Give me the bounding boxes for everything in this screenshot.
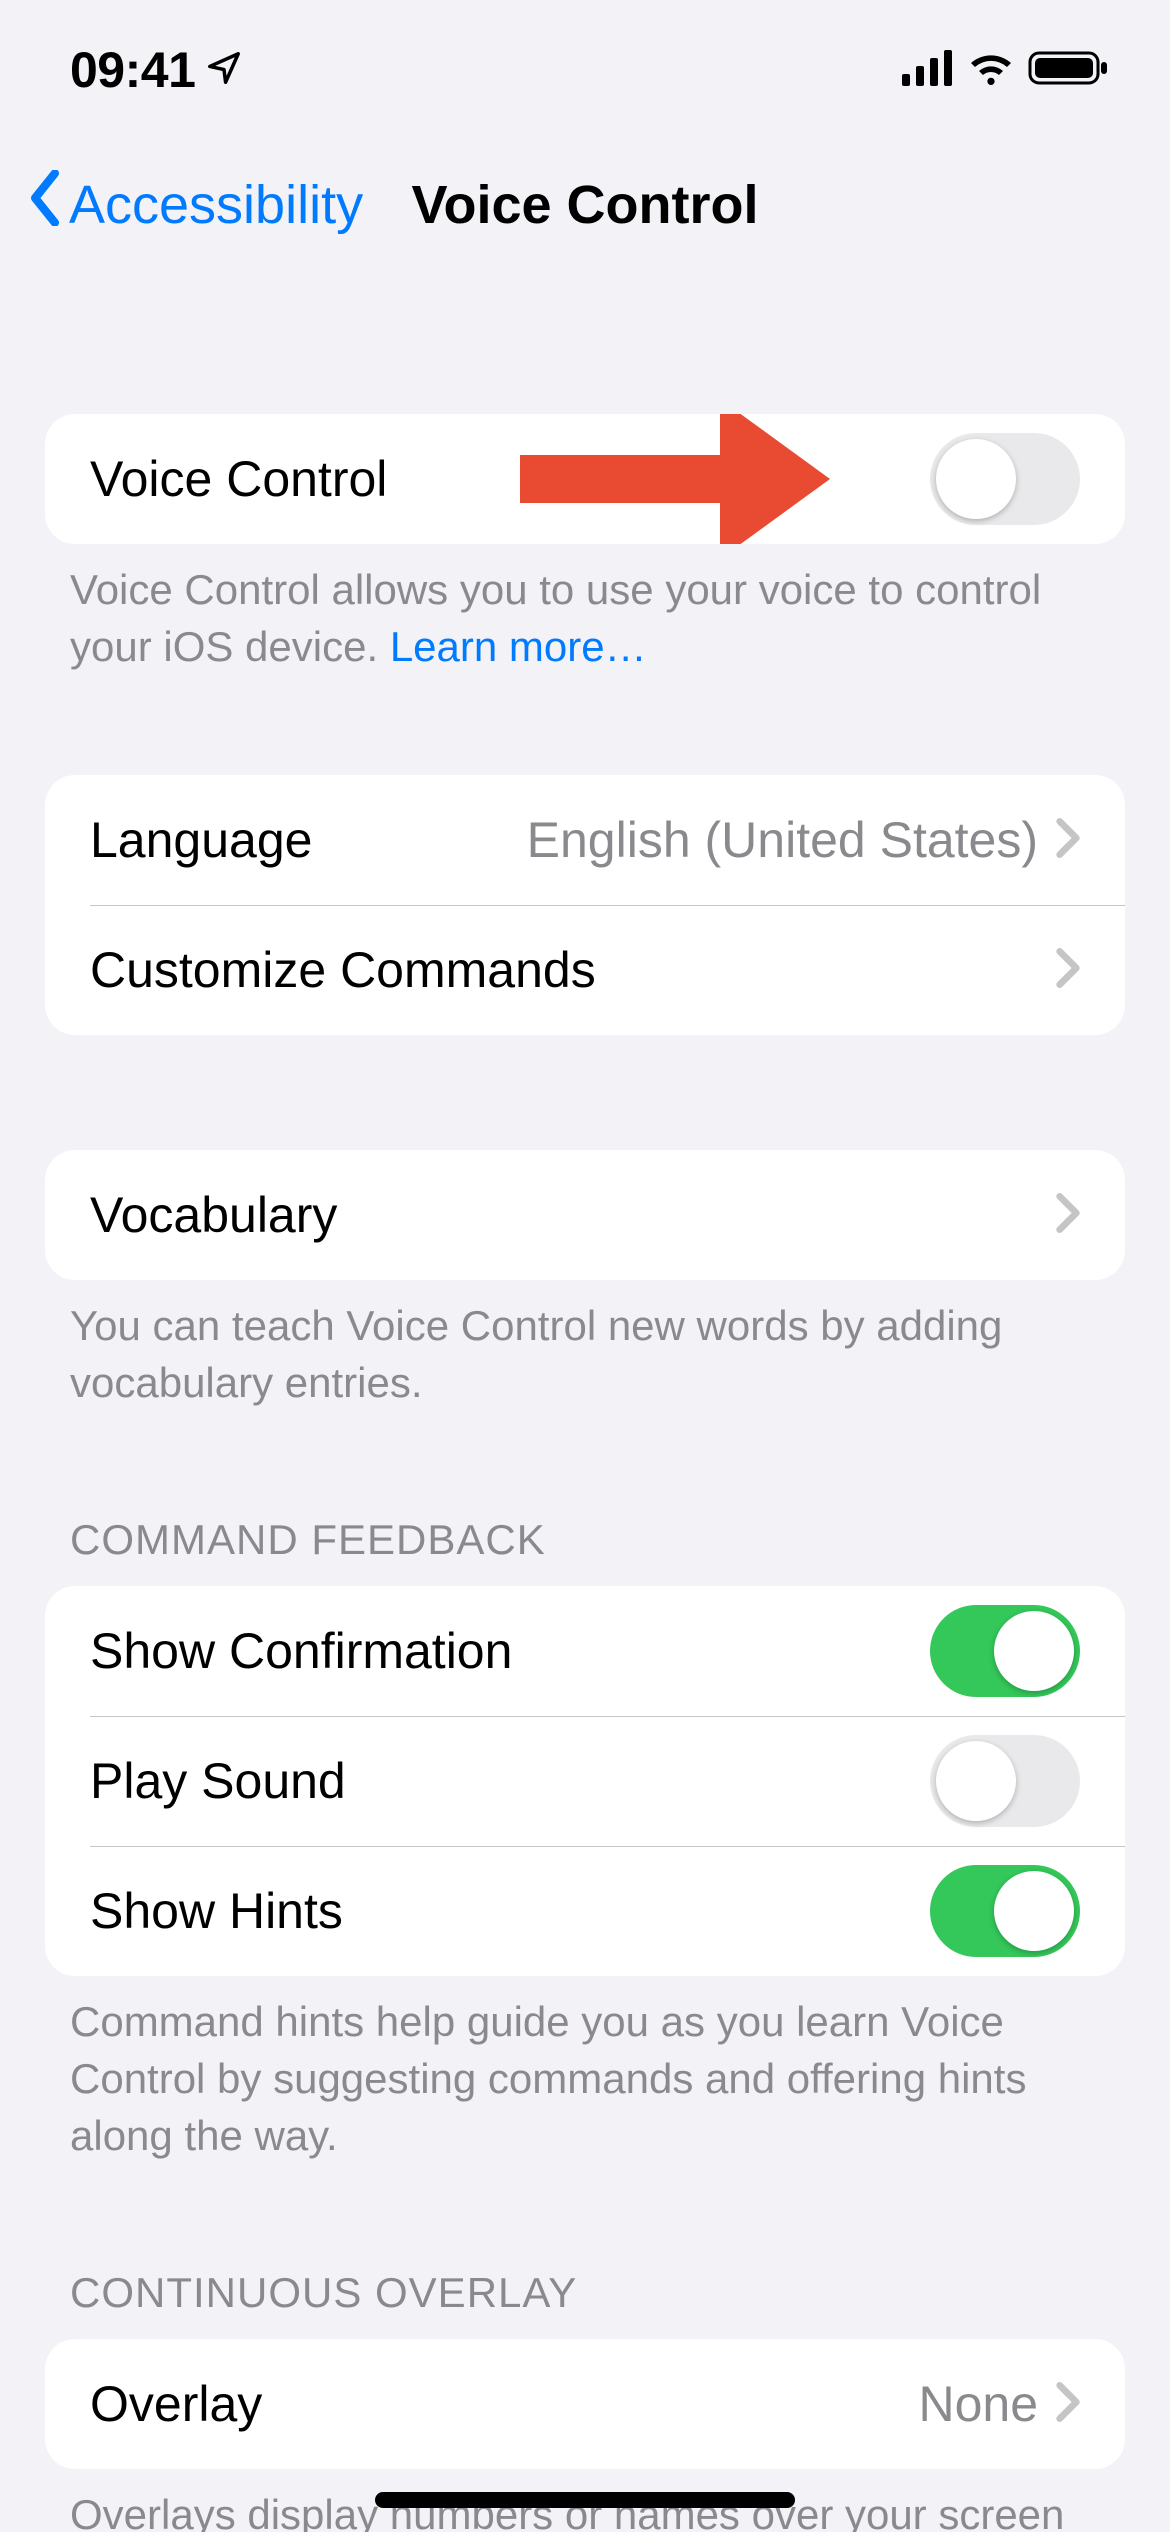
language-label: Language: [90, 811, 312, 869]
chevron-right-icon: [1056, 2382, 1080, 2427]
home-indicator[interactable]: [375, 2492, 795, 2508]
language-row[interactable]: Language English (United States): [45, 775, 1125, 905]
overlay-group: Overlay None: [45, 2339, 1125, 2469]
language-value: English (United States): [312, 811, 1038, 869]
navigation-bar: Accessibility Voice Control: [0, 140, 1170, 299]
command-feedback-footer: Command hints help guide you as you lear…: [0, 1976, 1170, 2164]
location-arrow-icon: [205, 49, 243, 92]
voice-control-row[interactable]: Voice Control: [45, 414, 1125, 544]
battery-icon: [1028, 49, 1110, 92]
voice-control-footer: Voice Control allows you to use your voi…: [0, 544, 1170, 675]
overlay-row[interactable]: Overlay None: [45, 2339, 1125, 2469]
chevron-left-icon: [25, 170, 65, 239]
chevron-right-icon: [1056, 948, 1080, 993]
show-confirmation-toggle[interactable]: [930, 1605, 1080, 1697]
show-hints-label: Show Hints: [90, 1882, 343, 1940]
customize-commands-row[interactable]: Customize Commands: [45, 905, 1125, 1035]
voice-control-toggle[interactable]: [930, 433, 1080, 525]
page-title: Voice Control: [411, 174, 758, 236]
vocabulary-footer: You can teach Voice Control new words by…: [0, 1280, 1170, 1411]
command-feedback-group: Show Confirmation Play Sound Show Hints: [45, 1586, 1125, 1976]
learn-more-link[interactable]: Learn more…: [390, 623, 647, 670]
show-hints-toggle[interactable]: [930, 1865, 1080, 1957]
chevron-right-icon: [1056, 1193, 1080, 1238]
show-confirmation-row[interactable]: Show Confirmation: [45, 1586, 1125, 1716]
vocabulary-group: Vocabulary: [45, 1150, 1125, 1280]
overlay-value: None: [262, 2375, 1038, 2433]
play-sound-label: Play Sound: [90, 1752, 346, 1810]
status-left: 09:41: [70, 41, 243, 99]
voice-control-label: Voice Control: [90, 450, 387, 508]
show-confirmation-label: Show Confirmation: [90, 1622, 512, 1680]
customize-commands-label: Customize Commands: [90, 941, 596, 999]
status-bar: 09:41: [0, 0, 1170, 140]
cellular-signal-icon: [902, 50, 954, 91]
chevron-right-icon: [1056, 818, 1080, 863]
play-sound-row[interactable]: Play Sound: [45, 1716, 1125, 1846]
annotation-arrow-icon: [520, 414, 830, 544]
back-button[interactable]: Accessibility: [25, 170, 363, 239]
play-sound-toggle[interactable]: [930, 1735, 1080, 1827]
show-hints-row[interactable]: Show Hints: [45, 1846, 1125, 1976]
wifi-icon: [966, 50, 1016, 91]
voice-control-group: Voice Control: [45, 414, 1125, 544]
status-time: 09:41: [70, 41, 195, 99]
vocabulary-label: Vocabulary: [90, 1186, 337, 1244]
continuous-overlay-header: Continuous Overlay: [0, 2265, 1170, 2340]
overlay-label: Overlay: [90, 2375, 262, 2433]
command-feedback-header: Command Feedback: [0, 1512, 1170, 1587]
back-button-label: Accessibility: [69, 174, 363, 236]
language-group: Language English (United States) Customi…: [45, 775, 1125, 1035]
status-right: [902, 49, 1110, 92]
vocabulary-row[interactable]: Vocabulary: [45, 1150, 1125, 1280]
